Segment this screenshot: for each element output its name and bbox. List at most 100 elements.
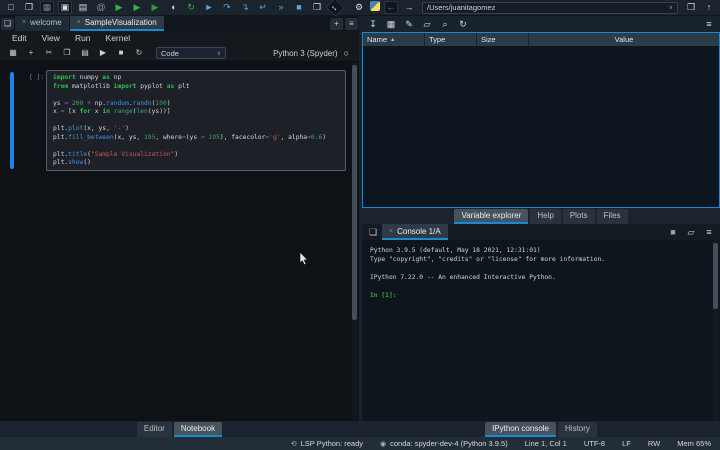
restart-kernel-icon[interactable]: ↻ <box>132 47 146 60</box>
parent-dir-icon[interactable]: ↑ <box>702 1 716 14</box>
pane-tab-help[interactable]: Help <box>530 209 560 224</box>
run-cell-icon[interactable]: ▶ <box>130 1 144 14</box>
pane-tab-history[interactable]: History <box>558 422 597 437</box>
console-scrollbar[interactable] <box>713 240 719 421</box>
close-tab-icon[interactable]: × <box>77 19 81 26</box>
step-return-icon[interactable]: ↵ <box>256 1 270 14</box>
menu-edit[interactable]: Edit <box>12 33 27 43</box>
code-cell[interactable]: import numpy as npfrom matplotlib import… <box>46 70 346 171</box>
new-file-icon[interactable]: □ <box>4 1 18 14</box>
forward-icon[interactable]: → <box>402 1 416 14</box>
browse-tabs-icon[interactable]: ❏ <box>1 18 14 30</box>
column-header-size[interactable]: Size <box>477 33 529 46</box>
tab-samplevisualization[interactable]: ×SampleVisualization <box>70 16 164 31</box>
tab-menu-icon[interactable]: ≡ <box>345 18 358 30</box>
rerun-cell-icon[interactable]: ↻ <box>184 1 198 14</box>
scrollbar-handle[interactable] <box>352 65 357 320</box>
pane-tab-files[interactable]: Files <box>597 209 628 224</box>
notebook-menubar: Edit View Run Kernel <box>0 31 359 45</box>
open-file-icon[interactable]: ❐ <box>22 1 36 14</box>
close-tab-icon[interactable]: × <box>389 228 393 235</box>
variable-explorer-toolbar: ↧ ▦ ✎ ▱ ⌕ ↻ ≡ <box>362 16 720 32</box>
run-cell-icon[interactable]: ▶ <box>96 47 110 60</box>
save-notebook-icon[interactable]: ▦ <box>6 47 20 60</box>
cut-cell-icon[interactable]: ✂ <box>42 47 56 60</box>
save-data-as-icon[interactable]: ✎ <box>402 18 416 31</box>
paste-cell-icon[interactable]: ▤ <box>78 47 92 60</box>
copy-cell-icon[interactable]: ❐ <box>60 47 74 60</box>
browse-tabs-icon[interactable]: ❏ <box>366 226 380 239</box>
remove-variables-icon[interactable]: ▱ <box>420 18 434 31</box>
cell-type-dropdown[interactable]: Code ∨ <box>156 47 226 59</box>
working-directory-combobox[interactable]: ∨ <box>422 2 678 14</box>
options-menu-icon[interactable]: ≡ <box>702 18 716 31</box>
tab-welcome[interactable]: ×welcome <box>15 16 69 31</box>
options-menu-icon[interactable]: ≡ <box>702 226 716 239</box>
column-header-type[interactable]: Type <box>425 33 477 46</box>
step-over-icon[interactable]: ↷ <box>220 1 234 14</box>
kernel-status-icon: ○ <box>344 48 349 58</box>
right-top-pane-tabs: Variable explorerHelpPlotsFiles <box>362 208 720 224</box>
close-tab-icon[interactable]: × <box>22 19 26 26</box>
save-data-icon[interactable]: ▦ <box>384 18 398 31</box>
tab-label: Console 1/A <box>397 227 441 236</box>
pane-tab-notebook[interactable]: Notebook <box>174 422 222 437</box>
memory-status: Mem 65% <box>677 439 711 448</box>
preferences-icon[interactable]: ⚙ <box>352 1 366 14</box>
code-line: import numpy as np <box>53 74 339 83</box>
pane-tab-editor[interactable]: Editor <box>137 422 172 437</box>
chevron-down-icon[interactable]: ∨ <box>669 4 673 11</box>
menu-kernel[interactable]: Kernel <box>106 33 131 43</box>
open-working-dir-icon[interactable]: ❐ <box>684 1 698 14</box>
variable-explorer-table[interactable]: Name ▲ Type Size Value <box>362 32 720 208</box>
remove-variables-icon[interactable]: ▱ <box>684 226 698 239</box>
status-label: LSP Python: ready <box>301 439 363 448</box>
code-line <box>53 142 339 151</box>
run-selection-icon[interactable]: ◖ <box>166 1 180 14</box>
right-bottom-pane-tabs: IPython consoleHistory <box>362 421 720 437</box>
new-tab-button[interactable]: + <box>330 18 343 30</box>
console-line: In [1]: <box>370 291 710 300</box>
step-into-icon[interactable]: ↴ <box>238 1 252 14</box>
run-cell-advance-icon[interactable]: ▶ <box>148 1 162 14</box>
debug-continue-icon[interactable]: » <box>274 1 288 14</box>
mouse-cursor <box>299 252 310 266</box>
refresh-icon[interactable]: ↻ <box>456 18 470 31</box>
working-directory-input[interactable] <box>427 3 669 12</box>
pane-tab-variable-explorer[interactable]: Variable explorer <box>454 209 528 224</box>
pane-tab-ipython-console[interactable]: IPython console <box>485 422 556 437</box>
notebook-canvas[interactable]: [ ]: import numpy as npfrom matplotlib i… <box>0 62 359 421</box>
file-switcher-icon[interactable]: ▤ <box>76 1 90 14</box>
column-header-value[interactable]: Value <box>529 33 719 46</box>
status-label: conda: spyder-dev-4 (Python 3.9.5) <box>390 439 508 448</box>
run-file-icon[interactable]: ▶ <box>112 1 126 14</box>
back-icon[interactable]: ← <box>384 1 398 14</box>
editor-scrollbar[interactable] <box>352 62 358 421</box>
scrollbar-handle[interactable] <box>713 243 718 309</box>
cursor-position: Line 1, Col 1 <box>525 439 567 448</box>
interrupt-kernel-icon[interactable]: ■ <box>114 47 128 60</box>
conda-status: ◉conda: spyder-dev-4 (Python 3.9.5) <box>380 439 508 448</box>
maximize-pane-icon[interactable]: ↔ <box>325 0 344 17</box>
import-data-icon[interactable]: ↧ <box>366 18 380 31</box>
permissions-status: RW <box>648 439 660 448</box>
pane-window-icon[interactable]: ❒ <box>310 1 324 14</box>
menu-view[interactable]: View <box>42 33 60 43</box>
save-all-icon[interactable]: ▣ <box>58 1 72 14</box>
debug-stop-icon[interactable]: ■ <box>292 1 306 14</box>
table-body-empty[interactable] <box>363 46 719 207</box>
python-path-manager-icon[interactable] <box>370 1 380 11</box>
column-header-name[interactable]: Name ▲ <box>363 33 425 46</box>
debug-file-icon[interactable]: ► <box>202 1 216 14</box>
menu-run[interactable]: Run <box>75 33 91 43</box>
sort-ascending-icon: ▲ <box>390 37 395 43</box>
code-analysis-icon[interactable]: @ <box>94 1 108 14</box>
tab-console-1-a[interactable]: × Console 1/A <box>382 224 448 240</box>
interrupt-kernel-icon[interactable]: ■ <box>666 226 680 239</box>
editor-tab-bar: ❏ ×welcome×SampleVisualization + ≡ <box>0 16 359 31</box>
add-cell-icon[interactable]: + <box>24 47 38 60</box>
pane-tab-plots[interactable]: Plots <box>563 209 595 224</box>
ipython-console[interactable]: Python 3.9.5 (default, May 18 2021, 12:3… <box>362 240 720 421</box>
save-icon[interactable]: ▦ <box>40 1 54 14</box>
search-icon[interactable]: ⌕ <box>438 18 452 31</box>
